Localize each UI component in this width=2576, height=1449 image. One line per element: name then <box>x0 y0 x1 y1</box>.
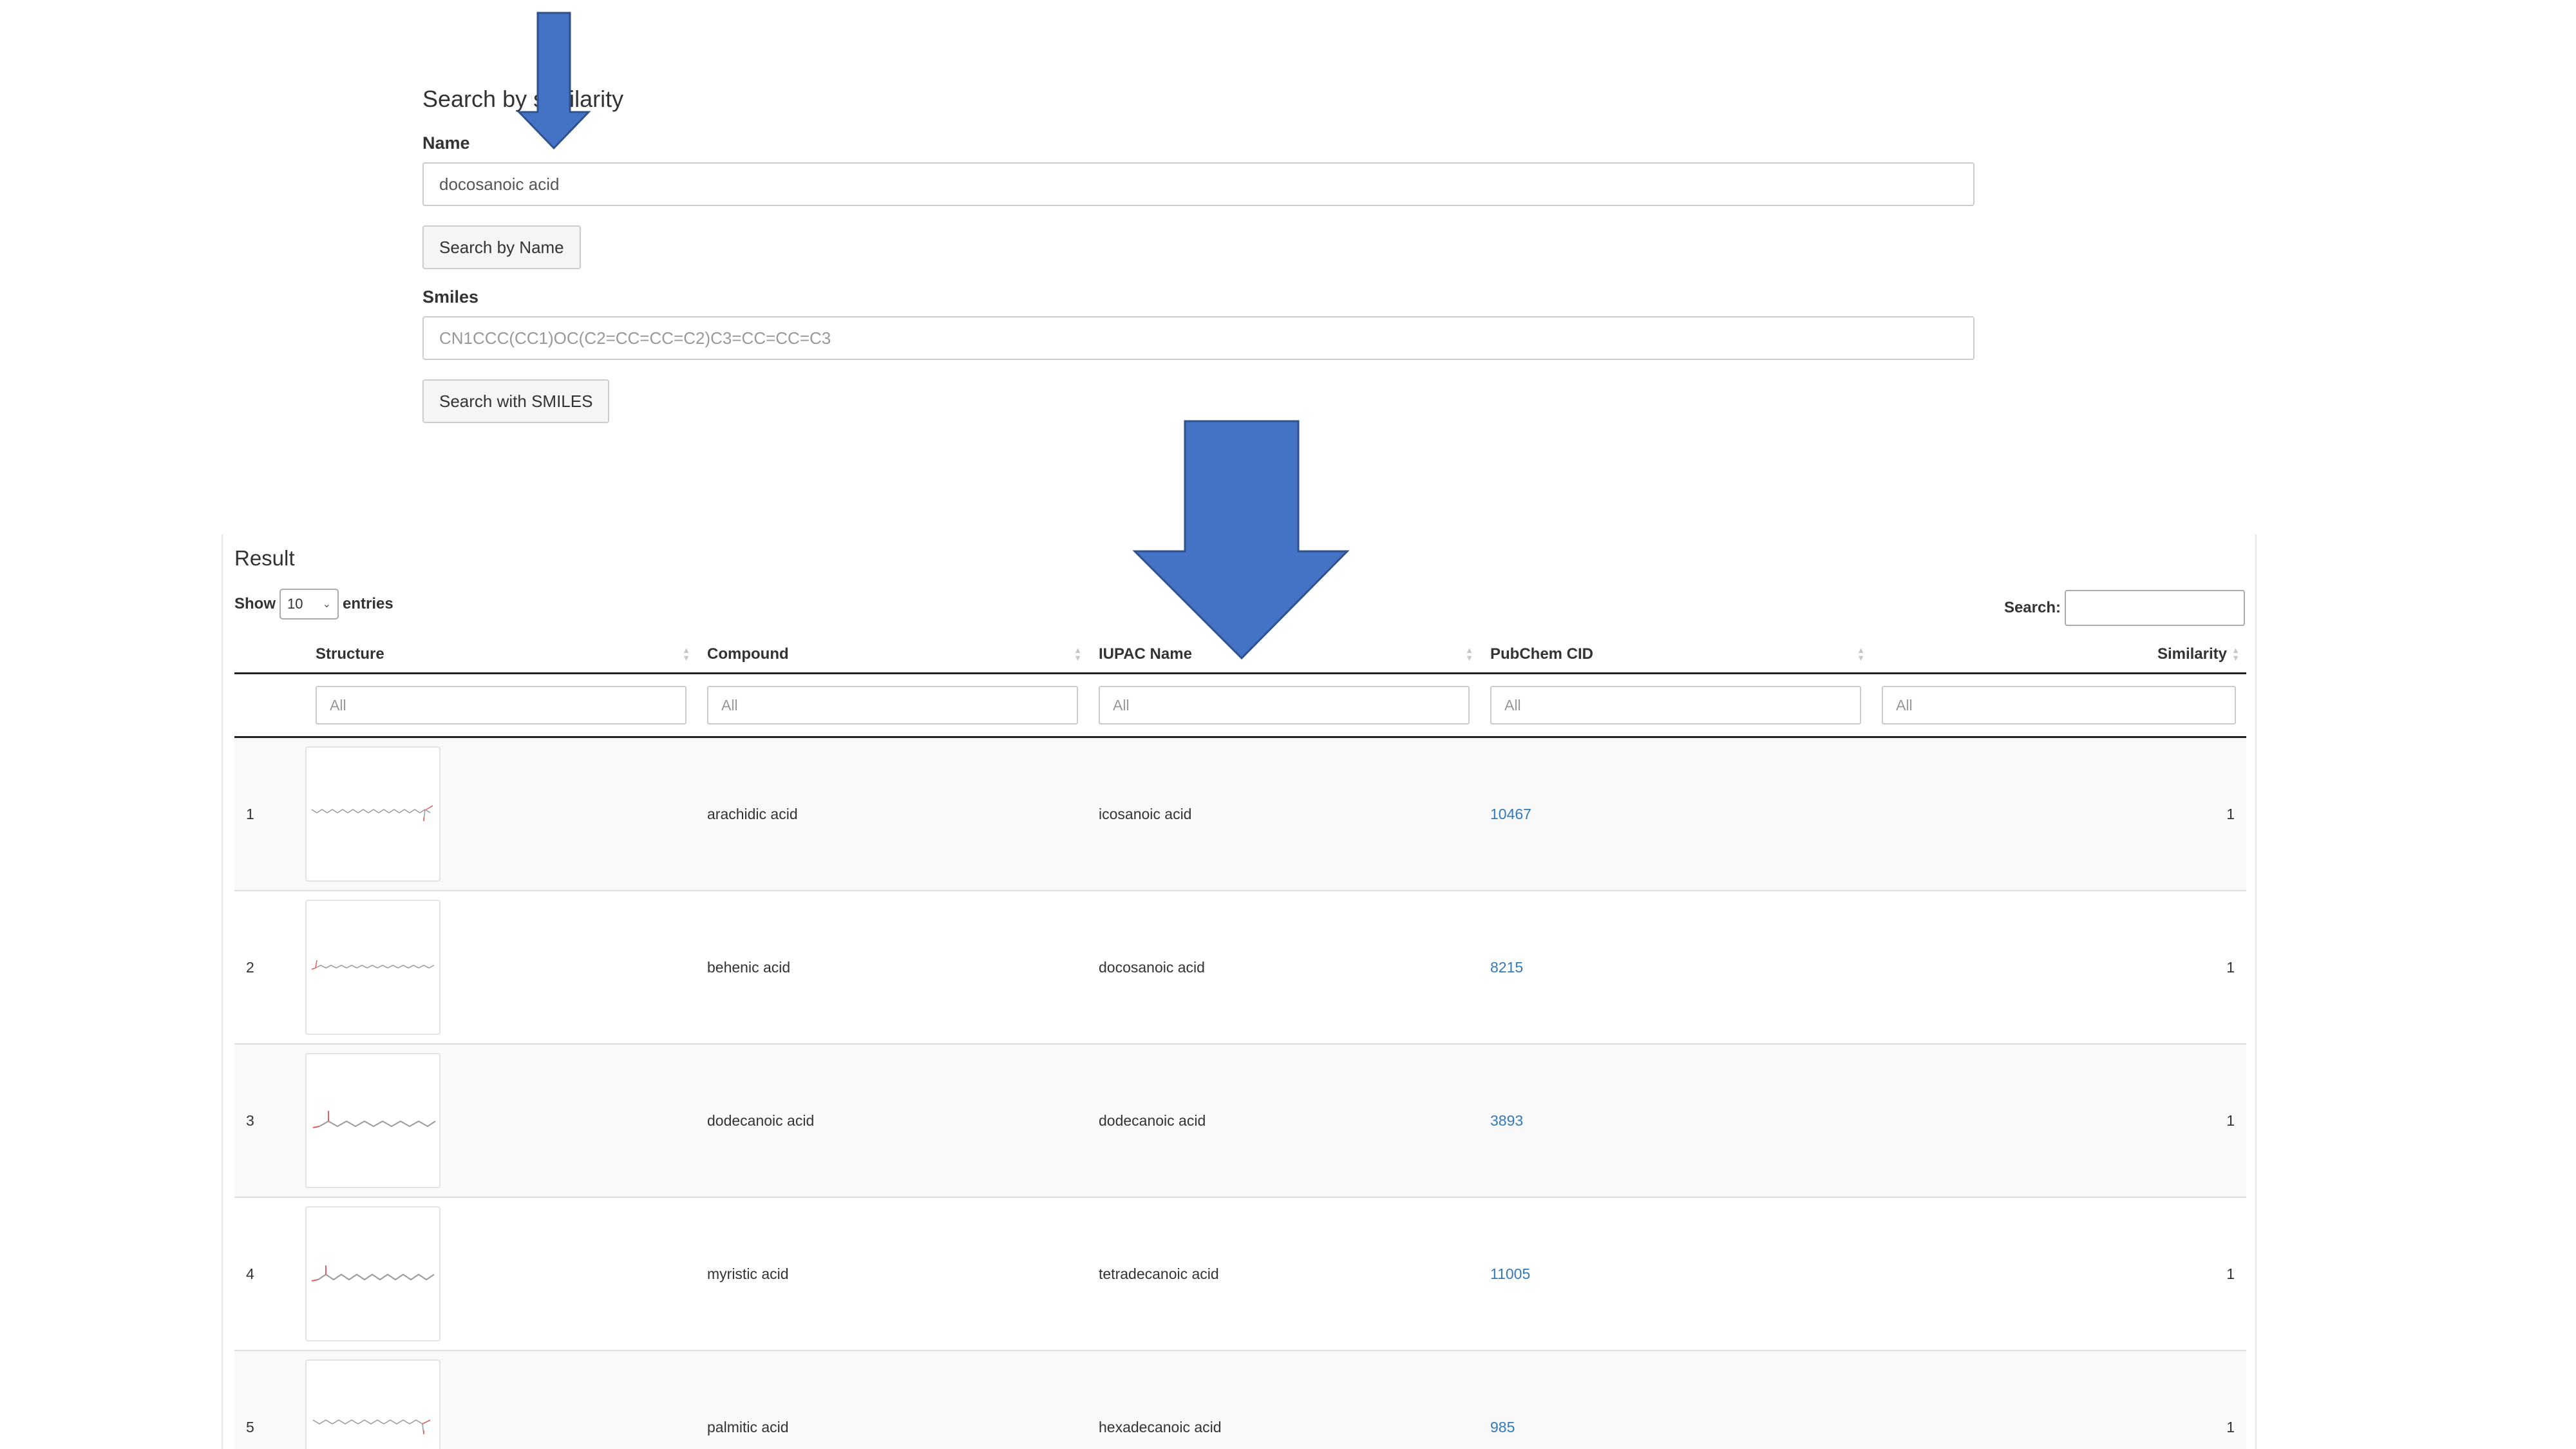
table-search-input[interactable] <box>2065 590 2245 626</box>
small-arrow-down-icon <box>516 12 591 150</box>
similarity-cell: 1 <box>1871 1197 2246 1350</box>
result-panel: Result Show 10 ⌄ entries Search: Structu… <box>222 535 2257 1449</box>
index-column-header <box>234 636 305 674</box>
row-index: 4 <box>234 1197 305 1350</box>
pubchem-cid-link[interactable]: 985 <box>1490 1419 1515 1435</box>
name-input[interactable]: docosanoic acid <box>422 162 1975 207</box>
table-search-label: Search: <box>2003 599 2061 616</box>
compound-cell: dodecanoic acid <box>697 1043 1088 1197</box>
iupac-name-cell: hexadecanoic acid <box>1088 1350 1480 1449</box>
compound-cell: myristic acid <box>697 1197 1088 1350</box>
structure-thumbnail <box>305 1206 440 1341</box>
similarity-cell: 1 <box>1871 736 2246 891</box>
table-search-control: Search: <box>2004 590 2245 626</box>
table-row[interactable]: 4 myristic acid tetradecanoic acid 11005… <box>234 1197 2246 1350</box>
pubchem-cid-link[interactable]: 8215 <box>1490 959 1523 976</box>
filter-row: All All All All All <box>234 674 2246 737</box>
column-header-label: Compound <box>707 645 789 663</box>
iupac-name-cell: dodecanoic acid <box>1088 1043 1480 1197</box>
panel-title: Search by similarity <box>422 86 624 112</box>
table-row[interactable]: 2 behenic acid docosanoic acid 8215 1 <box>234 890 2246 1044</box>
filter-cell-empty <box>234 674 305 737</box>
column-header-pubchem-cid[interactable]: PubChem CID ▲ ▼ <box>1480 636 1871 674</box>
filter-input-similarity[interactable]: All <box>1882 686 2236 724</box>
smiles-input[interactable]: CN1CCC(CC1)OC(C2=CC=CC=C2)C3=CC=CC=C3 <box>422 316 1975 361</box>
row-index: 5 <box>234 1350 305 1449</box>
compound-cell: behenic acid <box>697 890 1088 1044</box>
table-row[interactable]: 1 arachidic acid icosanoic acid 10467 1 <box>234 736 2246 891</box>
chevron-down-icon: ⌄ <box>322 599 331 610</box>
entries-length-control: Show 10 ⌄ entries <box>234 589 393 620</box>
sort-icon: ▲ ▼ <box>1074 645 1082 663</box>
search-with-smiles-button[interactable]: Search with SMILES <box>422 379 610 424</box>
structure-thumbnail <box>305 1359 440 1449</box>
search-by-name-button[interactable]: Search by Name <box>422 225 581 270</box>
similarity-cell: 1 <box>1871 890 2246 1044</box>
pubchem-cid-link[interactable]: 3893 <box>1490 1112 1523 1129</box>
results-table: Structure ▲ ▼ Compound ▲ ▼ IUPAC Name ▲ ▼ P… <box>234 636 2246 1449</box>
search-panel: Search by similarity Name docosanoic aci… <box>422 77 1975 424</box>
iupac-name-cell: docosanoic acid <box>1088 890 1480 1044</box>
row-index: 1 <box>234 736 305 891</box>
sort-icon: ▲ ▼ <box>1857 645 1865 663</box>
filter-input-iupac-name[interactable]: All <box>1099 686 1470 724</box>
table-row[interactable]: 3 dodecanoic acid dodecanoic acid 3893 1 <box>234 1043 2246 1197</box>
entries-select-value: 10 <box>287 596 303 612</box>
name-label: Name <box>422 133 470 153</box>
similarity-cell: 1 <box>1871 1043 2246 1197</box>
row-index: 3 <box>234 1043 305 1197</box>
column-header-compound[interactable]: Compound ▲ ▼ <box>697 636 1088 674</box>
column-header-label: PubChem CID <box>1490 645 1594 663</box>
table-row[interactable]: 5 palmitic acid hexadecanoic acid 985 1 <box>234 1350 2246 1449</box>
column-header-label: Structure <box>316 645 384 663</box>
similarity-cell: 1 <box>1871 1350 2246 1449</box>
show-label: Show <box>234 595 276 612</box>
iupac-name-cell: icosanoic acid <box>1088 736 1480 891</box>
sort-icon: ▲ ▼ <box>2231 645 2240 663</box>
filter-input-structure[interactable]: All <box>316 686 687 724</box>
entries-label: entries <box>343 595 393 612</box>
result-title: Result <box>234 546 295 570</box>
sort-icon: ▲ ▼ <box>1465 645 1473 663</box>
iupac-name-cell: tetradecanoic acid <box>1088 1197 1480 1350</box>
compound-cell: palmitic acid <box>697 1350 1088 1449</box>
pubchem-cid-link[interactable]: 11005 <box>1490 1265 1530 1282</box>
large-arrow-down-icon <box>1132 420 1350 660</box>
filter-input-pubchem-cid[interactable]: All <box>1490 686 1861 724</box>
structure-thumbnail <box>305 900 440 1035</box>
smiles-label: Smiles <box>422 287 479 307</box>
column-header-structure[interactable]: Structure ▲ ▼ <box>305 636 697 674</box>
structure-thumbnail <box>305 746 440 882</box>
structure-thumbnail <box>305 1053 440 1188</box>
page: Search by similarity Name docosanoic aci… <box>0 0 2576 1449</box>
pubchem-cid-link[interactable]: 10467 <box>1490 806 1531 822</box>
filter-input-compound[interactable]: All <box>707 686 1078 724</box>
entries-select[interactable]: 10 ⌄ <box>279 589 339 620</box>
column-header-label: Similarity <box>2157 645 2227 663</box>
row-index: 2 <box>234 890 305 1044</box>
sort-icon: ▲ ▼ <box>682 645 690 663</box>
column-header-similarity[interactable]: Similarity ▲ ▼ <box>1871 636 2246 674</box>
compound-cell: arachidic acid <box>697 736 1088 891</box>
